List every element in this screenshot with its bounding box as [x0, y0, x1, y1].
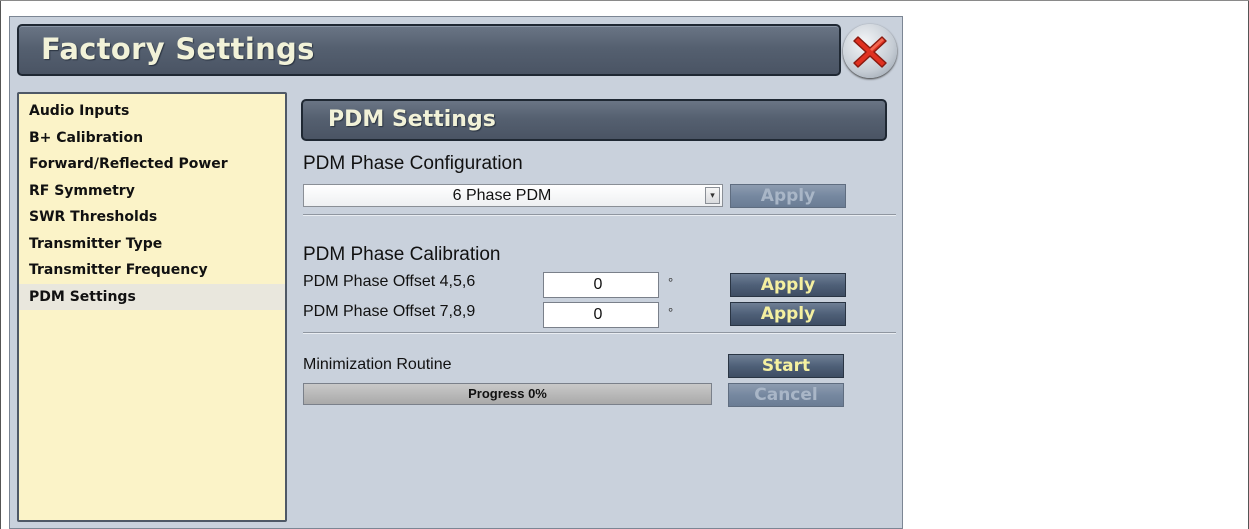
offset-456-apply-button[interactable]: Apply	[730, 273, 846, 297]
minimization-start-button[interactable]: Start	[728, 354, 844, 378]
sidebar-item-swr-thresholds[interactable]: SWR Thresholds	[19, 204, 285, 231]
pdm-settings-panel: PDM Settings PDM Phase Configuration 6 P…	[293, 92, 896, 522]
title-bar: Factory Settings	[17, 24, 841, 76]
phase-config-apply-button[interactable]: Apply	[730, 184, 846, 208]
section-divider-1	[303, 214, 896, 216]
sidebar-item-audio-inputs[interactable]: Audio Inputs	[19, 98, 285, 125]
sidebar-item-forward-reflected-power[interactable]: Forward/Reflected Power	[19, 151, 285, 178]
offset-456-unit: °	[668, 275, 674, 290]
sidebar-item-rf-symmetry[interactable]: RF Symmetry	[19, 178, 285, 205]
offset-789-apply-button[interactable]: Apply	[730, 302, 846, 326]
sidebar-item-transmitter-type[interactable]: Transmitter Type	[19, 231, 285, 258]
factory-settings-window: Factory Settings Audio Inputs B+ Calibra…	[9, 16, 903, 529]
offset-456-label: PDM Phase Offset 4,5,6	[303, 273, 476, 290]
progress-text: Progress 0%	[468, 386, 547, 401]
offset-789-label: PDM Phase Offset 7,8,9	[303, 303, 476, 320]
close-icon	[853, 36, 887, 68]
settings-sidebar: Audio Inputs B+ Calibration Forward/Refl…	[17, 92, 287, 522]
section-divider-2	[303, 332, 896, 334]
minimization-progress-bar: Progress 0%	[303, 383, 712, 405]
phase-config-selected-value: 6 Phase PDM	[452, 187, 552, 204]
sidebar-item-transmitter-frequency[interactable]: Transmitter Frequency	[19, 257, 285, 284]
panel-header: PDM Settings	[301, 99, 887, 141]
minimization-cancel-button[interactable]: Cancel	[728, 383, 844, 407]
phase-config-heading: PDM Phase Configuration	[303, 153, 523, 174]
offset-456-field[interactable]: 0	[543, 272, 659, 298]
sidebar-item-pdm-settings[interactable]: PDM Settings	[19, 283, 285, 310]
phase-calibration-heading: PDM Phase Calibration	[303, 244, 501, 265]
offset-789-unit: °	[668, 305, 674, 320]
panel-title: PDM Settings	[328, 107, 496, 132]
dropdown-arrow-icon[interactable]: ▾	[705, 187, 720, 204]
frame-left-border	[0, 1, 1, 529]
close-button[interactable]	[843, 24, 897, 78]
window-title: Factory Settings	[41, 32, 315, 66]
offset-789-field[interactable]: 0	[543, 302, 659, 328]
phase-config-select[interactable]: 6 Phase PDM ▾	[303, 184, 723, 207]
minimization-routine-label: Minimization Routine	[303, 356, 452, 373]
sidebar-item-b-plus-calibration[interactable]: B+ Calibration	[19, 125, 285, 152]
